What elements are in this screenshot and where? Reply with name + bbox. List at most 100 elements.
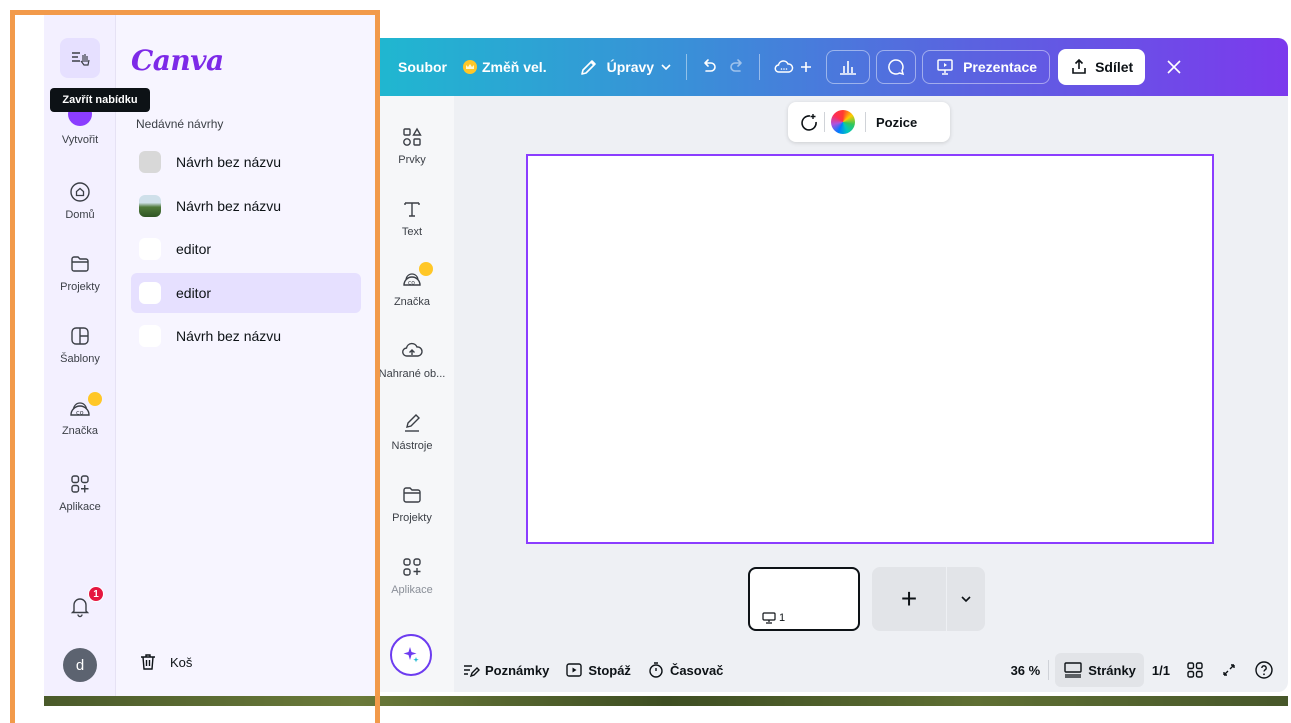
recent-design-label: Návrh bez názvu bbox=[176, 198, 282, 214]
crown-icon bbox=[88, 392, 102, 406]
rail-item-projects[interactable]: Projekty bbox=[44, 252, 116, 293]
bottom-bar: Poznámky Stopáž Časovač 36 % Stránky 1/1 bbox=[454, 649, 1288, 691]
notifications-button[interactable] bbox=[44, 594, 116, 623]
panel-item-uploads[interactable]: Nahrané ob... bbox=[370, 340, 454, 380]
close-editor-button[interactable] bbox=[1159, 52, 1189, 82]
panel-item-label: Značka bbox=[393, 296, 431, 308]
rail-item-brand[interactable]: co Značka bbox=[44, 392, 116, 437]
pages-view-button[interactable]: Stránky bbox=[1055, 653, 1144, 687]
nav-rail: Vytvořit Domů Projekty Šablony co Značka… bbox=[44, 14, 116, 696]
rail-item-home[interactable]: Domů bbox=[44, 180, 116, 221]
file-menu-button[interactable]: Soubor bbox=[390, 50, 455, 84]
resize-button[interactable]: Změň vel. bbox=[455, 50, 555, 84]
file-menu-label: Soubor bbox=[398, 59, 447, 75]
panel-item-label: Projekty bbox=[392, 512, 432, 524]
page-count: 1/1 bbox=[1144, 653, 1178, 687]
color-picker-icon[interactable] bbox=[831, 110, 855, 134]
footage-button[interactable]: Stopáž bbox=[557, 653, 639, 687]
rail-item-label: Vytvořit bbox=[61, 134, 99, 146]
tooltip: Zavřít nabídku bbox=[50, 88, 150, 112]
zoom-level[interactable]: 36 % bbox=[1003, 653, 1049, 687]
panel-item-brand[interactable]: co Značka bbox=[370, 262, 454, 308]
share-button[interactable]: Sdílet bbox=[1058, 49, 1146, 85]
design-thumbnail bbox=[139, 195, 161, 217]
grid-view-button[interactable] bbox=[1178, 653, 1212, 687]
present-button[interactable]: Prezentace bbox=[922, 50, 1051, 84]
magic-assistant-button[interactable] bbox=[390, 634, 432, 676]
background-strip bbox=[44, 696, 1288, 706]
folder-icon bbox=[71, 256, 89, 272]
page-number: 1 bbox=[779, 612, 786, 624]
notes-button[interactable]: Poznámky bbox=[454, 653, 557, 687]
avatar[interactable]: d bbox=[63, 648, 97, 682]
lasso-add-icon[interactable] bbox=[798, 112, 818, 132]
recent-design-item[interactable]: Návrh bez názvu bbox=[131, 186, 361, 226]
panel-item-tools[interactable]: Nástroje bbox=[370, 412, 454, 452]
undo-button[interactable] bbox=[693, 52, 723, 82]
recent-design-item[interactable]: editor bbox=[131, 229, 361, 269]
page-thumbnail-label: 1 bbox=[762, 611, 785, 625]
panel-item-text[interactable]: Text bbox=[370, 198, 454, 238]
recent-design-item[interactable]: Návrh bez názvu bbox=[131, 142, 361, 182]
sparkle-icon bbox=[403, 647, 419, 663]
insights-button[interactable] bbox=[826, 50, 871, 84]
add-page-button[interactable]: + bbox=[872, 567, 946, 631]
notes-icon bbox=[464, 665, 480, 678]
recent-design-item[interactable]: Návrh bez názvu bbox=[131, 316, 361, 356]
close-icon bbox=[1167, 60, 1181, 74]
elements-icon bbox=[403, 127, 422, 146]
help-button[interactable] bbox=[1246, 653, 1282, 687]
panel-item-apps[interactable]: Aplikace bbox=[370, 556, 454, 596]
rail-item-create[interactable]: Vytvořit bbox=[44, 134, 116, 146]
folder-icon bbox=[403, 487, 421, 503]
add-page-label: + bbox=[900, 583, 918, 614]
trash-label: Koš bbox=[170, 654, 193, 670]
rail-item-label: Značka bbox=[61, 425, 99, 437]
bar-chart-icon bbox=[840, 61, 857, 75]
templates-icon bbox=[71, 327, 89, 345]
comments-button[interactable] bbox=[876, 50, 917, 84]
editor-window: Soubor Změň vel. Úpravy Prezentace Sdíle… bbox=[370, 38, 1288, 692]
fullscreen-button[interactable] bbox=[1212, 653, 1246, 687]
redo-icon bbox=[730, 59, 742, 72]
rail-item-label: Aplikace bbox=[59, 501, 101, 513]
timer-label: Časovač bbox=[669, 662, 724, 678]
position-button[interactable]: Pozice bbox=[876, 115, 917, 130]
crown-icon bbox=[419, 262, 433, 276]
present-icon bbox=[762, 612, 776, 624]
recent-design-label: editor bbox=[176, 285, 212, 301]
tooltip-text: Zavřít nabídku bbox=[62, 94, 138, 106]
zoom-label: 36 % bbox=[1010, 662, 1041, 678]
bottom-divider bbox=[1048, 660, 1050, 680]
toolbar-divider bbox=[686, 54, 688, 80]
add-page-options-button[interactable] bbox=[947, 567, 985, 631]
edits-label: Úpravy bbox=[606, 59, 655, 75]
redo-button[interactable] bbox=[723, 52, 753, 82]
recent-design-label: Návrh bez názvu bbox=[176, 154, 282, 170]
rail-item-label: Domů bbox=[65, 209, 95, 221]
panel-item-label: Nástroje bbox=[391, 440, 433, 452]
resize-label: Změň vel. bbox=[482, 59, 547, 75]
canva-logo[interactable]: Canva bbox=[131, 44, 224, 77]
timer-button[interactable]: Časovač bbox=[639, 653, 731, 687]
design-thumbnail bbox=[139, 238, 161, 260]
play-box-icon bbox=[566, 663, 583, 677]
panel-item-projects[interactable]: Projekty bbox=[370, 484, 454, 524]
recent-design-item[interactable]: editor bbox=[131, 273, 361, 313]
page-thumbnail[interactable]: 1 bbox=[748, 567, 860, 631]
menu-toggle-button[interactable] bbox=[60, 38, 100, 78]
design-canvas[interactable] bbox=[526, 154, 1214, 544]
share-label: Sdílet bbox=[1095, 59, 1134, 75]
cloud-save-button[interactable] bbox=[766, 50, 820, 84]
menu-collapse-icon bbox=[72, 52, 90, 66]
timer-icon bbox=[649, 662, 663, 678]
page-count-label: 1/1 bbox=[1151, 662, 1170, 678]
object-panel: Prvky Text co Značka Nahrané ob... Nástr… bbox=[370, 96, 454, 692]
panel-item-elements[interactable]: Prvky bbox=[370, 126, 454, 166]
trash-button[interactable]: Koš bbox=[138, 652, 192, 672]
edits-menu-button[interactable]: Úpravy bbox=[571, 50, 680, 84]
plus-icon bbox=[801, 62, 812, 72]
rail-item-templates[interactable]: Šablony bbox=[44, 324, 116, 365]
text-icon bbox=[404, 202, 420, 217]
rail-item-apps[interactable]: Aplikace bbox=[44, 472, 116, 513]
